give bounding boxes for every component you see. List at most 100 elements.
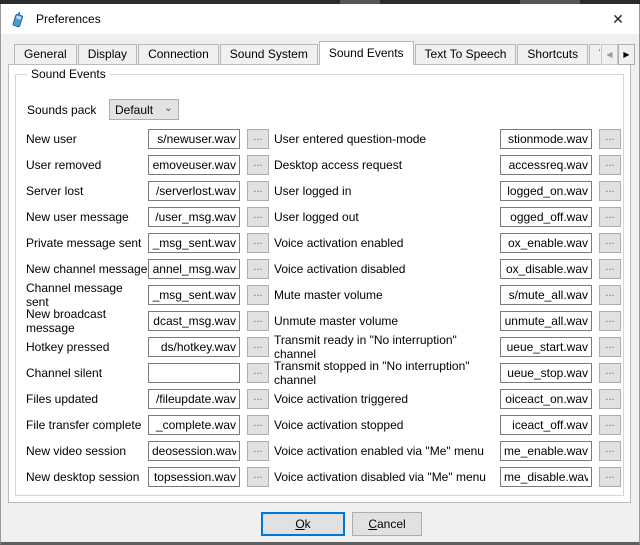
tab-shortcuts[interactable]: Shortcuts [517, 44, 588, 64]
sound-event-label: User logged out [274, 210, 500, 224]
sound-file-input[interactable] [148, 155, 240, 175]
browse-button[interactable]: ... [247, 129, 269, 149]
browse-button[interactable]: ... [599, 233, 621, 253]
sound-file-input[interactable] [148, 337, 240, 357]
sound-events-tab-page: Sound Events Sounds pack Default ⌄ New u… [8, 64, 631, 503]
browse-button[interactable]: ... [247, 207, 269, 227]
browse-button[interactable]: ... [599, 337, 621, 357]
sound-events-groupbox: Sound Events Sounds pack Default ⌄ New u… [15, 74, 624, 496]
sound-event-row: Server lost ... [26, 178, 269, 204]
tab-scroll-buttons: ◀ ▶ [601, 44, 635, 65]
sound-event-row: File transfer complete ... [26, 412, 269, 438]
browse-button[interactable]: ... [599, 259, 621, 279]
tab-scroll-right-button[interactable]: ▶ [618, 44, 635, 65]
sound-event-label: File transfer complete [26, 418, 148, 432]
tab-general[interactable]: General [14, 44, 77, 64]
sound-file-input[interactable] [148, 441, 240, 461]
browse-button[interactable]: ... [247, 233, 269, 253]
sound-file-input[interactable] [148, 415, 240, 435]
sound-file-input[interactable] [500, 389, 592, 409]
browse-button[interactable]: ... [599, 285, 621, 305]
sound-event-row: User logged out ... [274, 204, 621, 230]
browse-button[interactable]: ... [247, 363, 269, 383]
sound-event-row: Mute master volume ... [274, 282, 621, 308]
sound-file-input[interactable] [500, 155, 592, 175]
browse-button[interactable]: ... [247, 259, 269, 279]
browse-button[interactable]: ... [247, 467, 269, 487]
sound-file-input[interactable] [500, 129, 592, 149]
ok-button[interactable]: Ok [261, 512, 345, 536]
browse-button[interactable]: ... [247, 337, 269, 357]
sound-event-row: Voice activation enabled ... [274, 230, 621, 256]
sound-file-input[interactable] [148, 181, 240, 201]
sounds-pack-select[interactable]: Default ⌄ [109, 99, 179, 120]
sound-event-row: Voice activation stopped ... [274, 412, 621, 438]
sound-file-input[interactable] [500, 233, 592, 253]
sound-event-label: Voice activation triggered [274, 392, 500, 406]
sounds-pack-label: Sounds pack [27, 103, 97, 117]
sound-file-input[interactable] [500, 285, 592, 305]
sound-event-row: Voice activation enabled via "Me" menu .… [274, 438, 621, 464]
tab-scroll-left-button[interactable]: ◀ [601, 44, 618, 65]
sound-event-label: User entered question-mode [274, 132, 500, 146]
sound-event-label: Mute master volume [274, 288, 500, 302]
cancel-button[interactable]: Cancel [352, 512, 422, 536]
browse-button[interactable]: ... [599, 441, 621, 461]
sound-event-row: Hotkey pressed ... [26, 334, 269, 360]
browse-button[interactable]: ... [599, 467, 621, 487]
browse-button[interactable]: ... [247, 311, 269, 331]
sound-file-input[interactable] [148, 207, 240, 227]
sound-file-input[interactable] [500, 467, 592, 487]
tab-display[interactable]: Display [78, 44, 137, 64]
browse-button[interactable]: ... [599, 363, 621, 383]
sound-event-row: Channel message sent ... [26, 282, 269, 308]
sound-event-row: Private message sent ... [26, 230, 269, 256]
browse-button[interactable]: ... [599, 311, 621, 331]
sound-file-input[interactable] [500, 415, 592, 435]
close-button[interactable]: ✕ [607, 9, 629, 29]
sound-file-input[interactable] [148, 311, 240, 331]
sound-file-input[interactable] [148, 129, 240, 149]
browse-button[interactable]: ... [247, 155, 269, 175]
close-icon: ✕ [612, 11, 624, 28]
browse-button[interactable]: ... [599, 129, 621, 149]
tab-sound-events[interactable]: Sound Events [319, 41, 414, 65]
chevron-down-icon: ⌄ [164, 101, 173, 114]
tab-text-to-speech[interactable]: Text To Speech [415, 44, 517, 64]
chevron-right-icon: ▶ [623, 50, 629, 59]
browse-button[interactable]: ... [247, 389, 269, 409]
browse-button[interactable]: ... [599, 389, 621, 409]
browse-button[interactable]: ... [247, 441, 269, 461]
browse-button[interactable]: ... [247, 181, 269, 201]
browse-button[interactable]: ... [599, 155, 621, 175]
sound-file-input[interactable] [500, 337, 592, 357]
sound-file-input[interactable] [148, 363, 240, 383]
cancel-button-label: Cancel [368, 517, 405, 531]
sounds-pack-value: Default [115, 103, 153, 117]
sound-file-input[interactable] [500, 363, 592, 383]
sound-file-input[interactable] [148, 285, 240, 305]
sound-file-input[interactable] [148, 233, 240, 253]
sound-file-input[interactable] [500, 181, 592, 201]
sound-file-input[interactable] [148, 389, 240, 409]
preferences-dialog: Preferences ✕ GeneralDisplayConnectionSo… [0, 4, 640, 545]
browse-button[interactable]: ... [599, 181, 621, 201]
sound-file-input[interactable] [148, 259, 240, 279]
browse-button[interactable]: ... [247, 285, 269, 305]
browse-button[interactable]: ... [599, 207, 621, 227]
sound-event-row: New video session ... [26, 438, 269, 464]
tab-video[interactable]: Video [589, 44, 600, 64]
sound-file-input[interactable] [500, 311, 592, 331]
sound-file-input[interactable] [500, 207, 592, 227]
sound-file-input[interactable] [500, 441, 592, 461]
browse-button[interactable]: ... [599, 415, 621, 435]
browse-button[interactable]: ... [247, 415, 269, 435]
tab-sound-system[interactable]: Sound System [220, 44, 318, 64]
sound-file-input[interactable] [148, 467, 240, 487]
tab-connection[interactable]: Connection [138, 44, 219, 64]
sound-event-row: User entered question-mode ... [274, 126, 621, 152]
sound-file-input[interactable] [500, 259, 592, 279]
sound-events-column-left: New user ... User removed ... Server los… [26, 126, 269, 490]
sound-event-row: Voice activation disabled ... [274, 256, 621, 282]
chevron-left-icon: ◀ [606, 50, 612, 59]
